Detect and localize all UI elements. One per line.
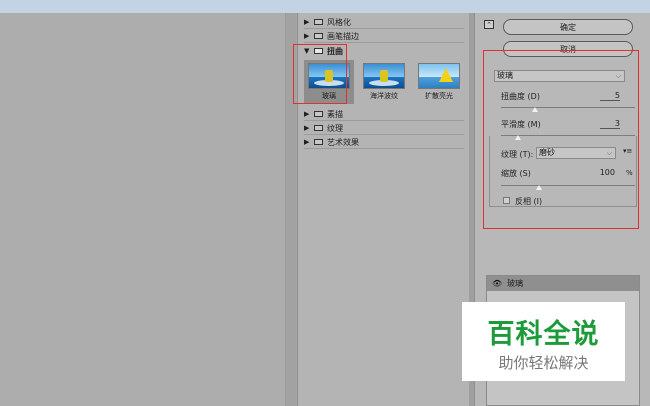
folder-icon xyxy=(314,19,323,25)
ok-button[interactable]: 确定 xyxy=(503,19,633,35)
expand-arrow-icon: ▶ xyxy=(304,110,310,118)
title-bar xyxy=(0,0,650,13)
category-stylize[interactable]: ▶ 风格化 xyxy=(304,16,464,29)
category-label: 素描 xyxy=(327,109,343,119)
expand-arrow-icon: ▶ xyxy=(304,32,310,40)
folder-icon xyxy=(314,111,323,117)
category-artistic[interactable]: ▶ 艺术效果 xyxy=(304,136,464,149)
folder-icon xyxy=(314,139,323,145)
expand-arrow-icon: ▶ xyxy=(304,138,310,146)
effect-layer-row[interactable]: 👁 玻璃 xyxy=(487,276,639,291)
watermark: 百科全说 助你轻松解决 xyxy=(462,302,625,381)
collapse-toggle-icon[interactable]: ⌃ xyxy=(484,20,494,29)
thumbnail-ocean-ripple[interactable]: 海洋波纹 xyxy=(359,60,409,101)
folder-icon xyxy=(314,33,323,39)
category-brush-strokes[interactable]: ▶ 画笔描边 xyxy=(304,30,464,43)
watermark-subtitle: 助你轻松解决 xyxy=(498,354,589,372)
expand-arrow-icon: ▶ xyxy=(304,18,310,26)
watermark-title: 百科全说 xyxy=(487,319,600,350)
eye-icon[interactable]: 👁 xyxy=(492,279,502,288)
thumbnail-label: 扩散亮光 xyxy=(425,92,453,100)
highlight-box-parameters xyxy=(483,50,639,229)
category-label: 艺术效果 xyxy=(327,137,359,147)
category-sketch[interactable]: ▶ 素描 xyxy=(304,108,464,121)
expand-arrow-icon: ▶ xyxy=(304,124,310,132)
folder-icon xyxy=(314,125,323,131)
category-label: 画笔描边 xyxy=(327,31,359,41)
category-label: 风格化 xyxy=(327,17,351,27)
category-texture[interactable]: ▶ 纹理 xyxy=(304,122,464,135)
thumbnail-image xyxy=(363,63,405,89)
thumbnail-diffuse-glow[interactable]: 扩散亮光 xyxy=(414,60,464,101)
category-label: 纹理 xyxy=(327,123,343,133)
highlight-box-category xyxy=(293,44,347,104)
preview-canvas[interactable] xyxy=(0,13,285,406)
thumbnail-label: 海洋波纹 xyxy=(370,92,398,100)
layer-name: 玻璃 xyxy=(507,279,524,288)
thumbnail-image xyxy=(418,63,460,89)
